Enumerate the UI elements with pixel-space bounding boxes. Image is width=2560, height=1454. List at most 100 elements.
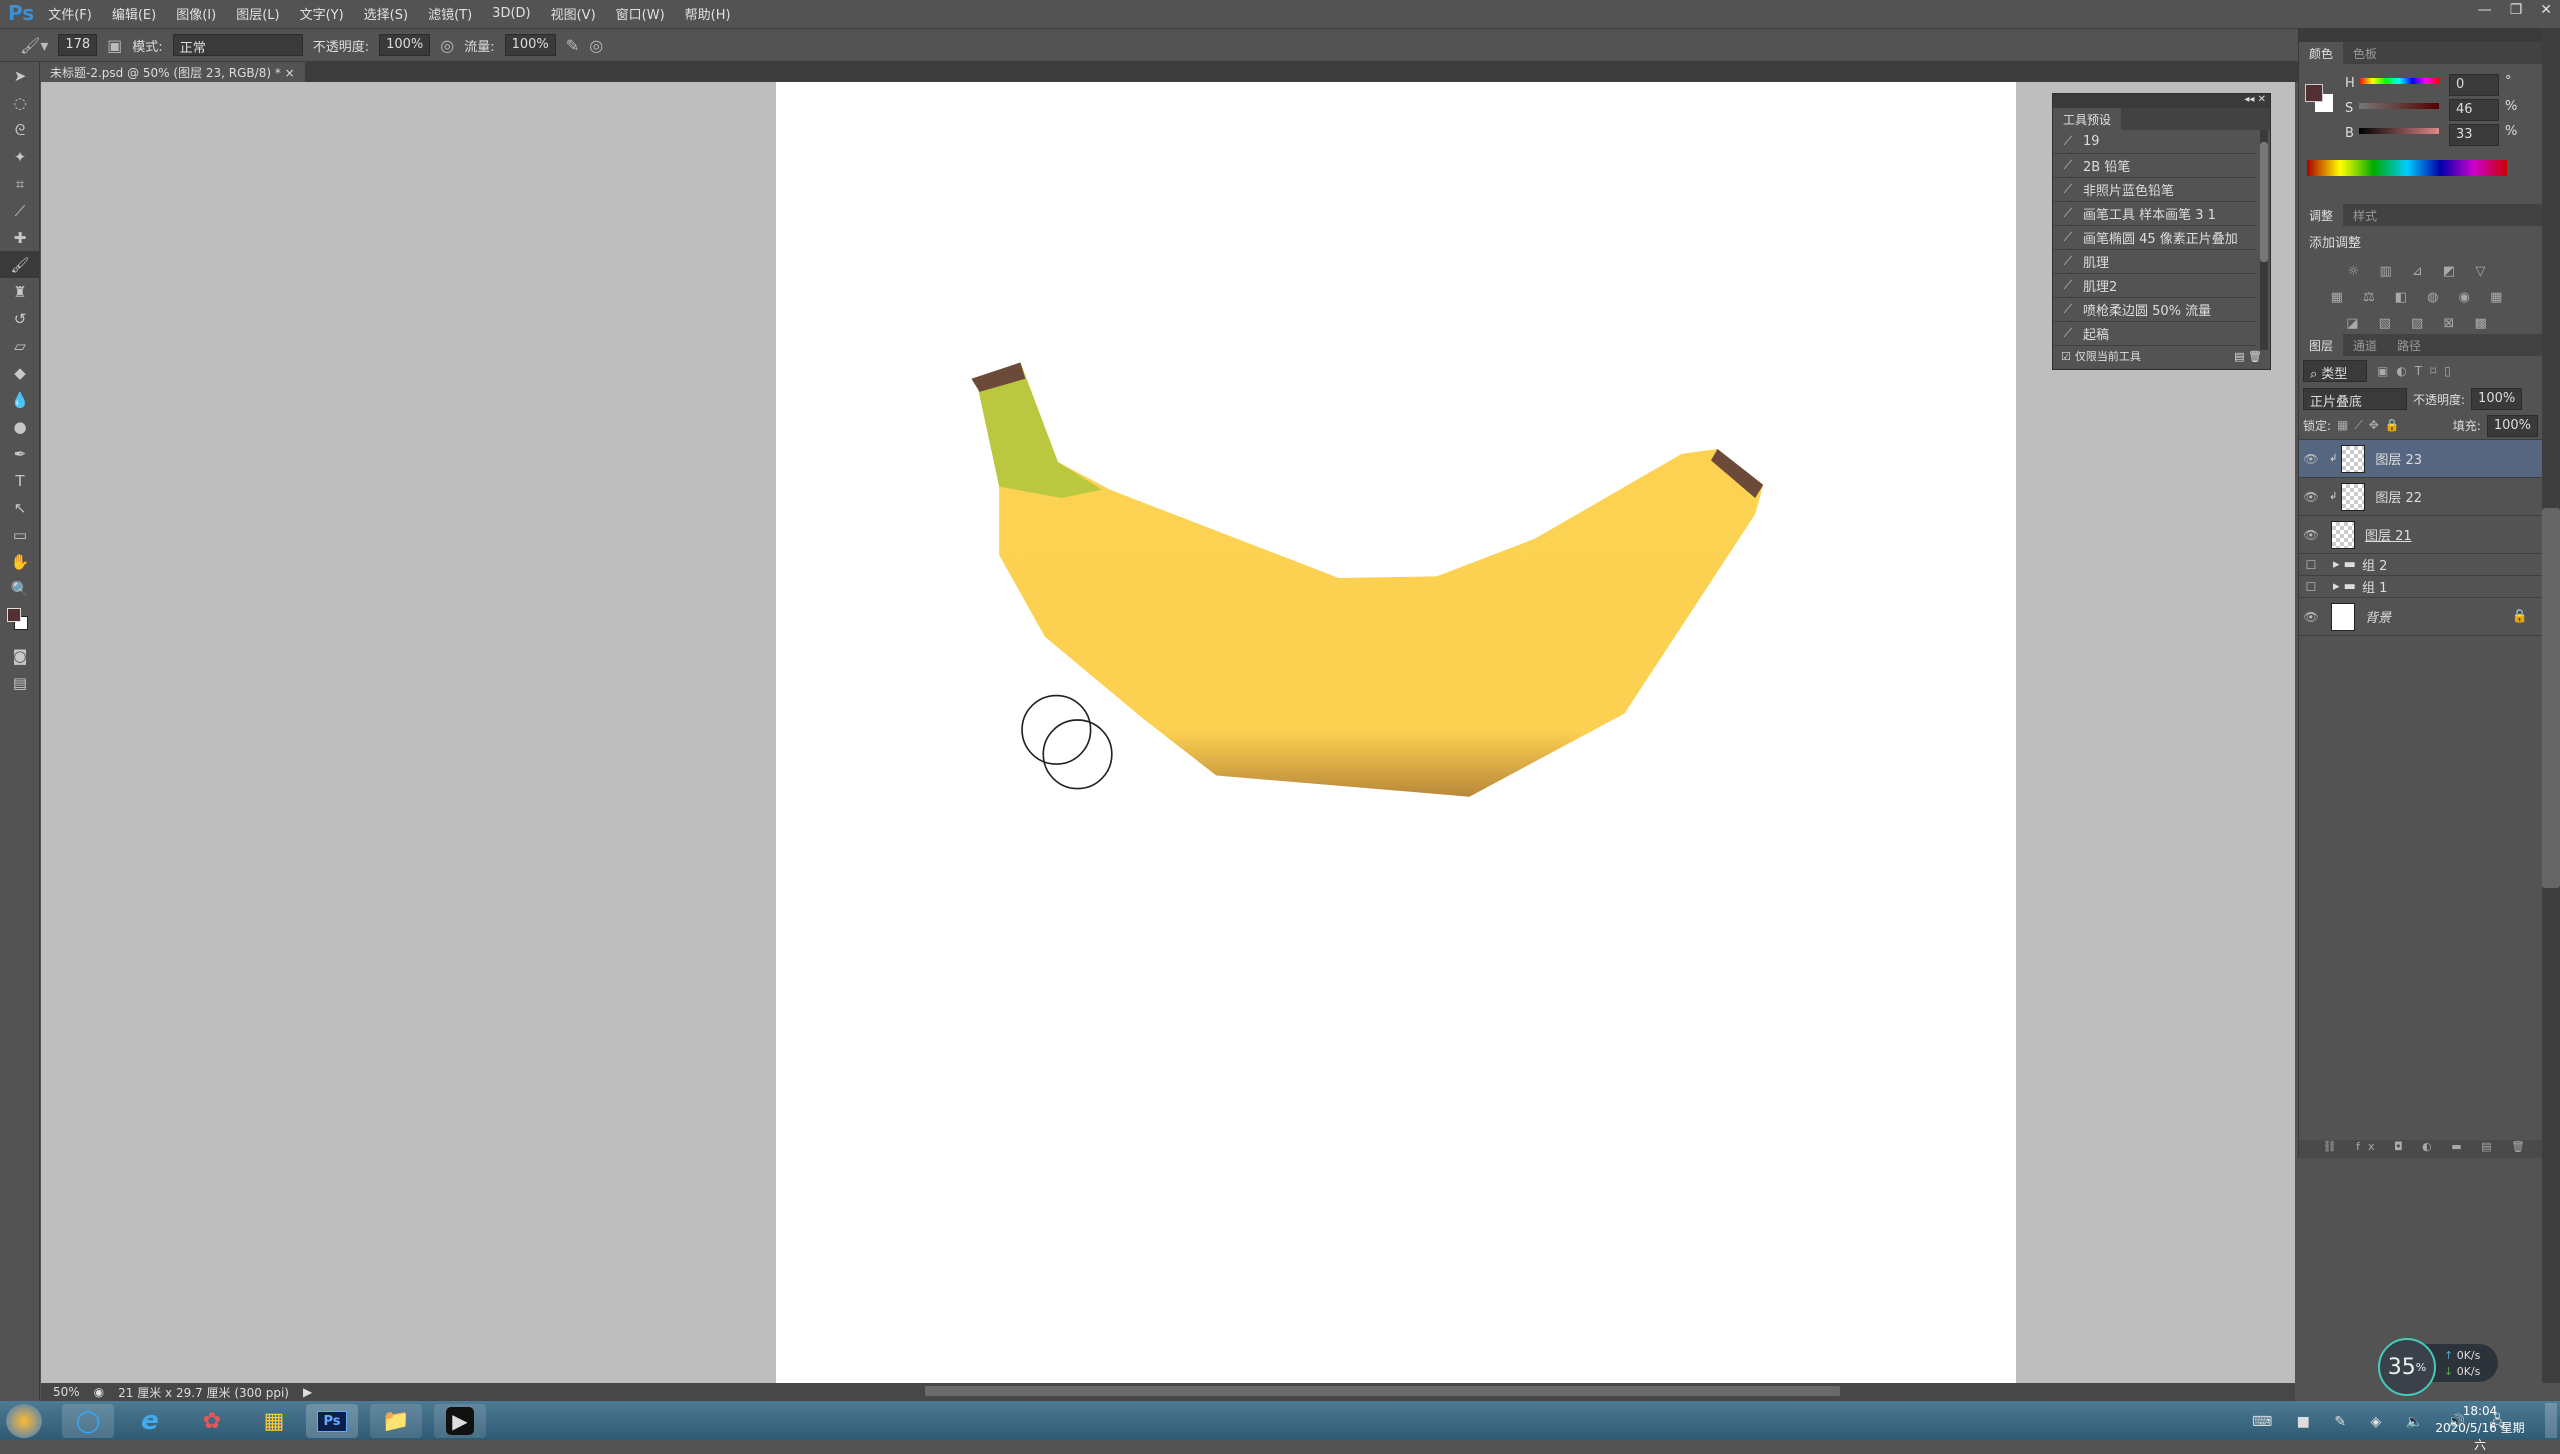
pen-tool-icon[interactable]: ✒ xyxy=(0,440,40,467)
brush-tool-icon[interactable]: 🖌 xyxy=(0,251,40,278)
stamp-tool-icon[interactable]: ♜ xyxy=(0,278,40,305)
foreground-color-swatch[interactable] xyxy=(7,608,21,622)
preset-item[interactable]: ⟋ 2B 铅笔 xyxy=(2053,154,2256,178)
notes-app-icon[interactable]: ▦ xyxy=(248,1404,300,1438)
folder-icon[interactable]: ▸ ▬ xyxy=(2333,557,2356,572)
blend-mode-select[interactable]: 正片叠底 xyxy=(2303,388,2407,410)
path-select-tool-icon[interactable]: ↖ xyxy=(0,494,40,521)
brush-size-picker[interactable]: 178 xyxy=(58,34,98,56)
foreground-color[interactable] xyxy=(2305,84,2323,102)
color-ramp[interactable] xyxy=(2307,160,2507,176)
color-swatches[interactable] xyxy=(0,602,39,642)
tab-layers[interactable]: 图层 xyxy=(2299,334,2344,356)
marquee-tool-icon[interactable]: ◌ xyxy=(0,89,40,116)
history-brush-tool-icon[interactable]: ↺ xyxy=(0,305,40,332)
eyedropper-tool-icon[interactable]: ⟋ xyxy=(0,197,40,224)
photoshop-taskbar-button[interactable]: Ps xyxy=(306,1404,358,1438)
preset-item[interactable]: ⟋ 画笔椭圆 45 像素正片叠加 xyxy=(2053,226,2256,250)
tab-styles[interactable]: 样式 xyxy=(2343,204,2387,226)
menu-3d[interactable]: 3D(D) xyxy=(492,6,530,21)
opacity-input[interactable]: 100% xyxy=(379,34,431,56)
eye-icon[interactable]: 👁 xyxy=(2299,528,2323,542)
screen-recorder-icon[interactable]: ▶ xyxy=(434,1404,486,1438)
airbrush-icon[interactable]: ✎ xyxy=(566,36,579,55)
adjustment-icons[interactable]: ☼ ▥ ⊿ ◩ ▽ ▦ ⚖ ◧ ◍ ◉ ▦ ◪ ▧ ▨ ⊠ ▩ xyxy=(2309,259,2532,337)
group-row[interactable]: ☐ ▸ ▬ 组 2 xyxy=(2299,554,2542,576)
menu-window[interactable]: 窗口(W) xyxy=(616,4,665,23)
brightness-slider[interactable] xyxy=(2359,128,2439,134)
preset-item[interactable]: ⟋ 19 xyxy=(2053,130,2256,154)
folder-icon[interactable]: ▸ ▬ xyxy=(2333,579,2356,594)
minimize-icon[interactable]: — xyxy=(2478,2,2492,18)
brush-tool-icon[interactable]: 🖌▾ xyxy=(20,36,48,55)
flow-input[interactable]: 100% xyxy=(504,34,556,56)
group-row[interactable]: ☐ ▸ ▬ 组 1 xyxy=(2299,576,2542,598)
preset-item[interactable]: ⟋ 起稿 xyxy=(2053,322,2256,346)
document-tab[interactable]: 未标题-2.psd @ 50% (图层 23, RGB/8) * × xyxy=(40,62,305,82)
visibility-box[interactable]: ☐ xyxy=(2299,580,2323,594)
eraser-tool-icon[interactable]: ▱ xyxy=(0,332,40,359)
checkbox-icon[interactable]: ☑ xyxy=(2061,350,2071,363)
menu-file[interactable]: 文件(F) xyxy=(48,4,92,23)
shape-tool-icon[interactable]: ▭ xyxy=(0,521,40,548)
status-menu-arrow[interactable]: ▶ xyxy=(303,1385,312,1399)
quick-select-tool-icon[interactable]: ✦ xyxy=(0,143,40,170)
close-panel-icon[interactable]: ✕ xyxy=(2258,94,2266,105)
layer-row[interactable]: 👁 ↲ 图层 22 xyxy=(2299,478,2542,516)
clock[interactable]: 18:04 2020/5/16 星期六 xyxy=(2430,1403,2530,1454)
restore-icon[interactable]: ❐ xyxy=(2510,2,2523,18)
menu-filter[interactable]: 滤镜(T) xyxy=(428,4,472,23)
dodge-tool-icon[interactable]: ● xyxy=(0,413,40,440)
ie-icon[interactable]: e xyxy=(124,1404,176,1438)
eye-icon[interactable]: 👁 xyxy=(2299,610,2323,624)
presets-scrollbar[interactable] xyxy=(2260,130,2268,350)
crop-tool-icon[interactable]: ⌗ xyxy=(0,170,40,197)
current-tool-only-checkbox[interactable]: ☑ 仅限当前工具 ▤ 🗑 xyxy=(2053,346,2270,366)
layer-filter-select[interactable]: ⌕ 类型 xyxy=(2303,360,2367,382)
menu-view[interactable]: 视图(V) xyxy=(551,4,596,23)
tab-color[interactable]: 颜色 xyxy=(2299,42,2344,64)
menu-help[interactable]: 帮助(H) xyxy=(685,4,731,23)
layers-footer-icons[interactable]: ⛓ fx ◘ ◐ ▬ ▤ 🗑 xyxy=(2299,1140,2543,1158)
blur-tool-icon[interactable]: 💧 xyxy=(0,386,40,413)
document-canvas[interactable] xyxy=(776,82,2016,1383)
tab-adjustments[interactable]: 调整 xyxy=(2299,204,2344,226)
hue-input[interactable]: 0 xyxy=(2449,74,2499,96)
baidu-netdisk-icon[interactable]: ✿ xyxy=(186,1404,238,1438)
network-monitor-widget[interactable]: ↑ 0K/s ↓ 0K/s 35% xyxy=(2378,1338,2498,1396)
tab-channels[interactable]: 通道 xyxy=(2343,334,2387,356)
mode-select[interactable]: 正常 xyxy=(172,34,303,56)
close-tab-icon[interactable]: × xyxy=(285,66,295,80)
menu-layer[interactable]: 图层(L) xyxy=(236,4,279,23)
eye-icon[interactable]: 👁 xyxy=(2299,452,2323,466)
pressure-opacity-icon[interactable]: ◎ xyxy=(440,36,454,55)
show-desktop-button[interactable] xyxy=(2545,1403,2557,1438)
close-icon[interactable]: ✕ xyxy=(2540,2,2552,18)
status-icon[interactable]: ◉ xyxy=(94,1385,104,1399)
fill-input[interactable]: 100% xyxy=(2486,414,2538,437)
hand-tool-icon[interactable]: ✋ xyxy=(0,548,40,575)
pressure-size-icon[interactable]: ◎ xyxy=(589,36,603,55)
brightness-input[interactable]: 33 xyxy=(2449,124,2499,146)
tab-swatches[interactable]: 色板 xyxy=(2343,42,2387,64)
screen-mode-icon[interactable]: ▤ xyxy=(0,669,40,696)
filter-icons[interactable]: ▣◐T⌑▯ xyxy=(2377,364,2459,378)
qq-browser-icon[interactable]: ◯ xyxy=(62,1404,114,1438)
zoom-tool-icon[interactable]: 🔍 xyxy=(0,575,40,602)
healing-tool-icon[interactable]: ✚ xyxy=(0,224,40,251)
bucket-tool-icon[interactable]: ◆ xyxy=(0,359,40,386)
dock-scrollbar[interactable] xyxy=(2542,28,2560,1383)
layer-opacity-input[interactable]: 100% xyxy=(2471,388,2523,410)
preset-item[interactable]: ⟋ 非照片蓝色铅笔 xyxy=(2053,178,2256,202)
start-button[interactable] xyxy=(6,1404,42,1438)
layer-row[interactable]: 👁 ↲ 图层 23 xyxy=(2299,440,2542,478)
preset-item[interactable]: ⟋ 喷枪柔边圆 50% 流量 xyxy=(2053,298,2256,322)
menu-select[interactable]: 选择(S) xyxy=(364,4,408,23)
eye-icon[interactable]: 👁 xyxy=(2299,490,2323,504)
tab-tool-presets[interactable]: 工具预设 xyxy=(2053,108,2122,130)
horizontal-scrollbar[interactable] xyxy=(925,1386,1840,1396)
menu-edit[interactable]: 编辑(E) xyxy=(112,4,156,23)
layer-row[interactable]: 👁 图层 21 xyxy=(2299,516,2542,554)
brush-panel-icon[interactable]: ▣ xyxy=(107,36,122,55)
move-tool-icon[interactable]: ➤ xyxy=(0,62,40,89)
